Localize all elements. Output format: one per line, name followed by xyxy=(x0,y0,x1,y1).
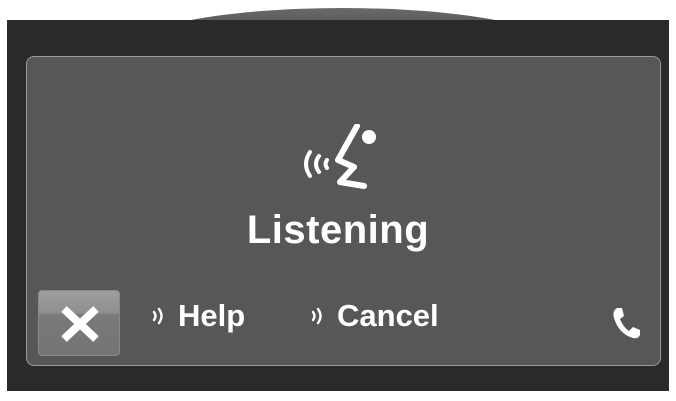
help-command[interactable]: Help xyxy=(150,298,245,334)
cancel-command[interactable]: Cancel xyxy=(309,298,439,334)
voice-prompt-icon xyxy=(150,306,168,326)
close-button[interactable] xyxy=(38,290,120,356)
voice-recognition-icon xyxy=(304,124,376,189)
listening-status: Listening xyxy=(246,208,430,252)
phone-icon[interactable] xyxy=(611,306,641,340)
close-icon xyxy=(61,306,99,342)
cancel-label: Cancel xyxy=(337,298,439,333)
voice-prompt-icon xyxy=(309,306,327,326)
help-label: Help xyxy=(178,298,246,333)
